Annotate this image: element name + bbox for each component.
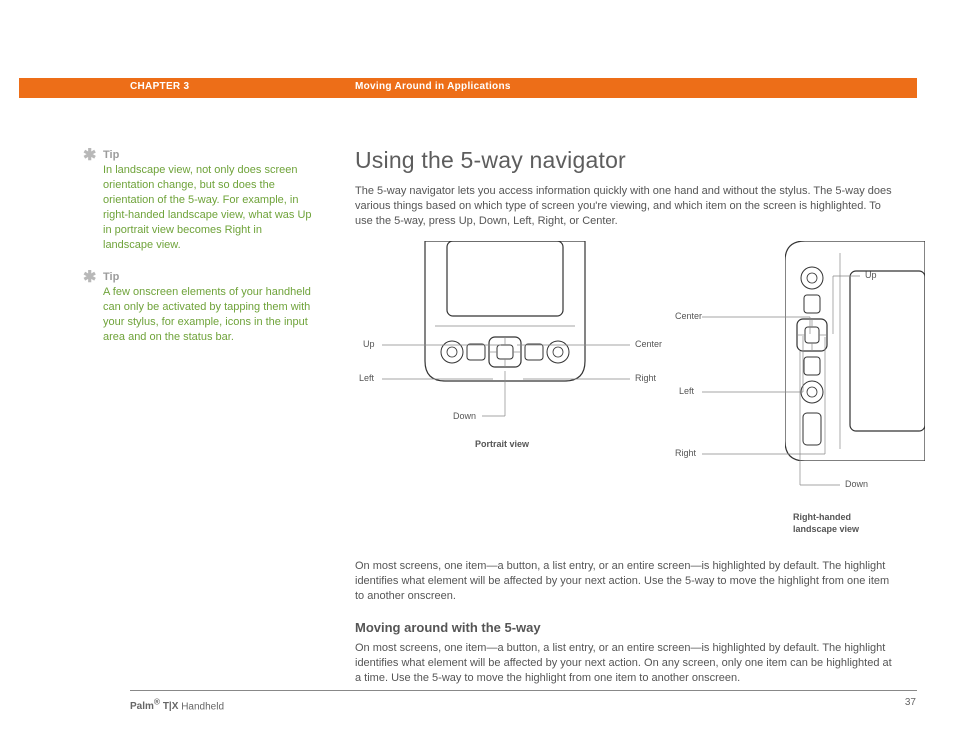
label-left-2: Left: [679, 386, 694, 396]
footer-brand: Palm: [130, 701, 154, 712]
label-center-2: Center: [675, 311, 702, 321]
chapter-label: CHAPTER 3: [130, 81, 189, 92]
label-right: Right: [635, 373, 656, 383]
label-left: Left: [359, 373, 374, 383]
tip-body: A few onscreen elements of your handheld…: [103, 285, 313, 345]
tip-body: In landscape view, not only does screen …: [103, 163, 313, 253]
label-center: Center: [635, 339, 662, 349]
label-right-2: Right: [675, 448, 696, 458]
diagram-area: Up Left Center Right Down Portrait view: [355, 241, 900, 531]
tip-label: Tip: [103, 149, 119, 161]
paragraph-3: On most screens, one item—a button, a li…: [355, 641, 900, 686]
label-up: Up: [363, 339, 375, 349]
intro-paragraph: The 5-way navigator lets you access info…: [355, 184, 900, 229]
landscape-callout-lines: [665, 241, 915, 511]
label-down-2: Down: [845, 479, 868, 489]
footer-model: T|X: [163, 701, 179, 712]
paragraph-2: On most screens, one item—a button, a li…: [355, 559, 900, 604]
portrait-callout-lines: [355, 241, 685, 471]
footer-product-type: Handheld: [181, 701, 224, 712]
asterisk-icon: ✱: [83, 150, 96, 162]
section-title: Moving Around in Applications: [355, 81, 511, 92]
main-content: Using the 5-way navigator The 5-way navi…: [355, 147, 900, 698]
tip-block-2: ✱ Tip A few onscreen elements of your ha…: [103, 271, 313, 345]
footer-product: Palm® T|X Handheld: [130, 697, 224, 712]
label-up-2: Up: [865, 270, 877, 280]
tip-label: Tip: [103, 271, 119, 283]
sidebar: ✱ Tip In landscape view, not only does s…: [103, 149, 313, 363]
page-number: 37: [905, 697, 916, 708]
caption-landscape: Right-handed landscape view: [793, 511, 883, 535]
footer-rule: [130, 690, 917, 691]
caption-portrait: Portrait view: [475, 439, 529, 449]
header-bar: CHAPTER 3 Moving Around in Applications: [19, 78, 917, 98]
subheading: Moving around with the 5-way: [355, 620, 900, 635]
tip-heading: ✱ Tip: [103, 149, 313, 161]
asterisk-icon: ✱: [83, 272, 96, 284]
tip-block-1: ✱ Tip In landscape view, not only does s…: [103, 149, 313, 253]
label-down: Down: [453, 411, 476, 421]
tip-heading: ✱ Tip: [103, 271, 313, 283]
page-heading: Using the 5-way navigator: [355, 147, 900, 174]
